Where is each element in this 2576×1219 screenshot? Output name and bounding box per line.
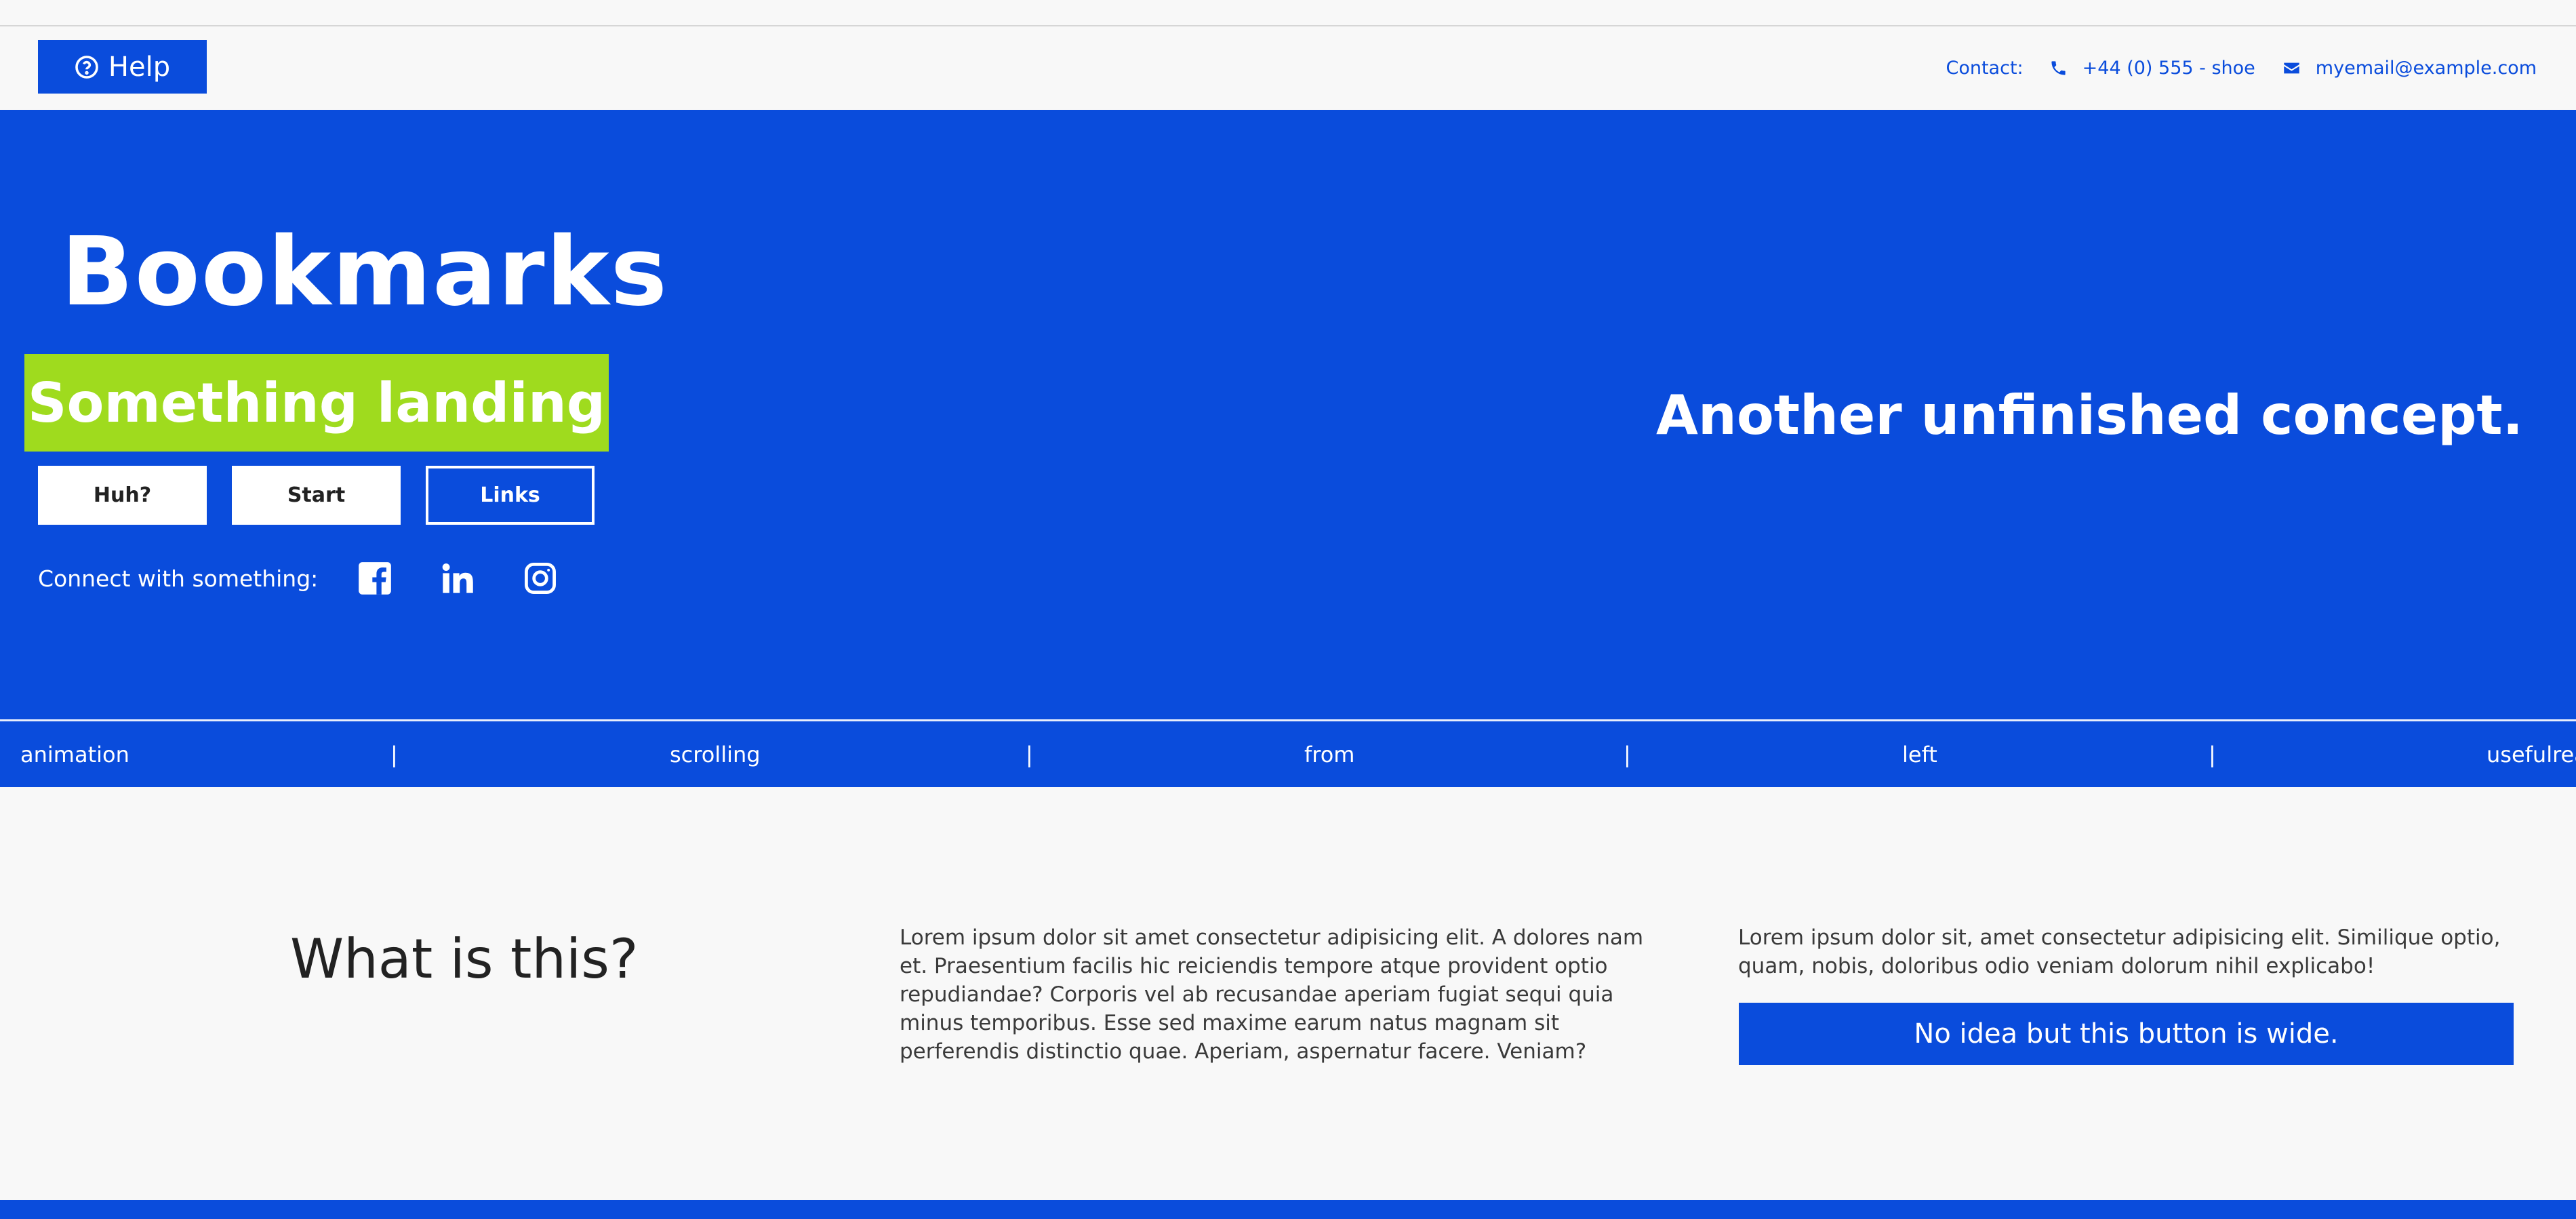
hero-subtitle-banner: Something landing: [24, 354, 609, 452]
hero-tagline: Another unfinished concept.: [1655, 384, 2523, 447]
help-button[interactable]: Help: [38, 40, 207, 94]
contact-label: Contact:: [1946, 57, 2024, 79]
hero-section: Bookmarks Something landing Huh? Start L…: [0, 110, 2576, 719]
envelope-icon: [2282, 59, 2301, 77]
about-title: What is this?: [290, 927, 639, 991]
ticker-word: left: [1902, 742, 1937, 767]
ticker-separator: |: [390, 742, 398, 767]
ticker-word: animation: [20, 742, 129, 767]
hero-subtitle: Something landing: [27, 371, 606, 435]
linkedin-icon[interactable]: [440, 561, 475, 596]
hero-title: Bookmarks: [61, 217, 669, 327]
wide-button[interactable]: No idea but this button is wide.: [1739, 1003, 2514, 1065]
instagram-icon[interactable]: [523, 561, 558, 596]
contact-bar: Contact: +44 (0) 555 - shoe myemail@exam…: [1946, 53, 2537, 83]
social-label: Connect with something:: [38, 565, 319, 592]
huh-button[interactable]: Huh?: [38, 466, 207, 525]
about-paragraph-2: Lorem ipsum dolor sit, amet consectetur …: [1738, 925, 2501, 978]
footer-bar: [0, 1200, 2576, 1219]
facebook-icon[interactable]: [357, 561, 393, 596]
hero-button-row: Huh? Start Links: [38, 466, 595, 525]
top-divider: [0, 25, 2576, 26]
about-paragraph-1: Lorem ipsum dolor sit amet consectetur a…: [900, 925, 1644, 1064]
start-button[interactable]: Start: [232, 466, 401, 525]
ticker-separator: |: [1026, 742, 1033, 767]
phone-icon: [2049, 59, 2068, 77]
ticker-word: usefulrea: [2487, 742, 2576, 767]
links-button[interactable]: Links: [426, 466, 595, 525]
scrolling-ticker: animation | scrolling | from | left | us…: [0, 719, 2576, 787]
ticker-word: from: [1304, 742, 1355, 767]
ticker-separator: |: [1624, 742, 1631, 767]
phone-link[interactable]: +44 (0) 555 - shoe: [2049, 58, 2255, 79]
phone-number: +44 (0) 555 - shoe: [2082, 57, 2255, 79]
question-circle-icon: [75, 55, 99, 79]
email-address: myemail@example.com: [2315, 57, 2537, 79]
social-links: Connect with something:: [38, 561, 605, 596]
ticker-separator: |: [2209, 742, 2216, 767]
help-label: Help: [108, 51, 171, 83]
email-link[interactable]: myemail@example.com: [2282, 58, 2537, 79]
ticker-word: scrolling: [670, 742, 761, 767]
